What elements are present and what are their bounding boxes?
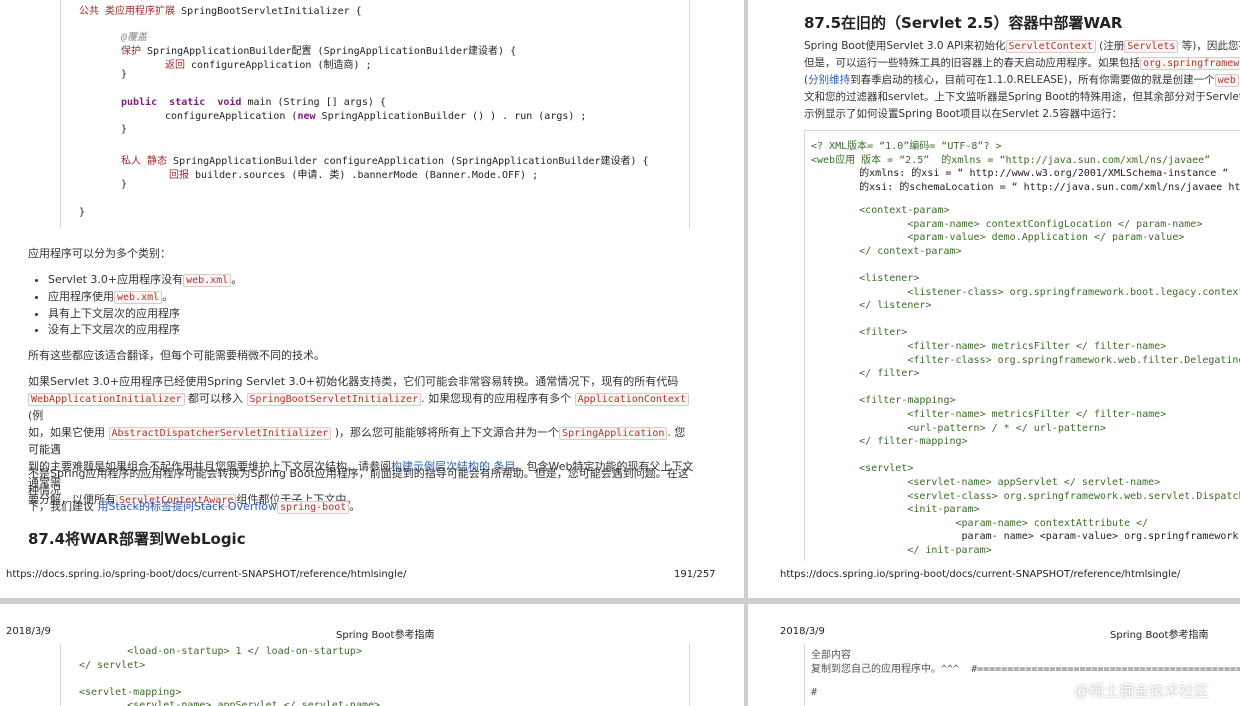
code-line: } — [121, 179, 128, 190]
code-line: @覆盖 — [121, 32, 148, 43]
page-192: 87.5在旧的（Servlet 2.5）容器中部署WAR Spring Boot… — [748, 0, 1240, 598]
footer-page-number: 191/257 — [674, 569, 716, 580]
code-line: <listener-class> org.springframework.boo… — [907, 286, 1240, 298]
code-line: public static void main (String [] args)… — [121, 97, 386, 108]
link-maintained-separately[interactable]: 分别维持 — [808, 74, 850, 86]
code-line: 私人 静态 SpringApplicationBuilder configure… — [121, 156, 649, 167]
link-stack-overflow[interactable]: 用Stack的标签提问Stack Overflow — [98, 500, 278, 513]
code-line: <servlet> — [811, 463, 914, 475]
xml-code-block: <? XML版本= “1.0”编码= “UTF-8”? > <web应用 版本 =… — [804, 130, 1240, 561]
code-line: <load-on-startup> 1 </ load-on-startup> — [79, 646, 362, 657]
paragraph-non-spring: 不是Spring应用程序的应用程序可能会转换为Spring Boot应用程序，前… — [28, 467, 689, 514]
page-194: 2018/3/9 Spring Boot参考指南 全部内容 复制到您自己的应用程序… — [748, 604, 1240, 706]
code-line: configureApplication (new SpringApplicat… — [165, 111, 587, 122]
code-web-xml: web.xml — [183, 274, 232, 287]
code-line: param- name> <param-value> org.springfra… — [961, 531, 1240, 543]
section-heading-servlet25: 87.5在旧的（Servlet 2.5）容器中部署WAR — [804, 14, 1123, 32]
page-191: 公共 类应用程序扩展 SpringBootServletInitializer … — [0, 0, 744, 598]
code-line: <servlet-name> appServlet </ servlet-nam… — [811, 477, 1161, 488]
code-servletcontext: ServletContext — [1005, 40, 1096, 53]
code-line: <param-name> contextConfigLocation </ pa… — [811, 218, 1203, 230]
code-line: } — [79, 207, 86, 218]
code-applicationcontext: ApplicationContext — [574, 392, 689, 406]
code-line: <init-param> — [811, 504, 980, 516]
code-line: <filter-class> org.springframework.web.f… — [907, 354, 1240, 366]
code-line: 返回 configureApplication (制造商) ; — [165, 60, 372, 71]
code-line: 公共 类应用程序扩展 SpringBootServletInitializer … — [79, 6, 362, 17]
code-line: <param-value> demo.Application </ param-… — [811, 232, 1185, 244]
code-line: } — [121, 69, 128, 80]
code-org-springframework: org.springframewor — [1140, 57, 1240, 70]
code-line: <context-param> — [811, 205, 950, 216]
code-line: <url-pattern> / * </ url-pattern> — [811, 422, 1107, 434]
code-line: <filter-name> metricsFilter </ filter-na… — [811, 341, 1167, 352]
code-line: 复制到您自己的应用程序中。^^^ #======================… — [811, 663, 1240, 675]
code-line: </ filter> — [811, 368, 920, 380]
code-line: <listener> — [811, 273, 920, 284]
section-heading-weblogic: 87.4将WAR部署到WebLogic — [28, 530, 246, 548]
code-webapplicationinitializer: WebApplicationInitializer — [28, 392, 185, 406]
code-spring-boot-tag: spring-boot — [277, 501, 350, 514]
code-line: 回报 builder.sources (申请. 类) .bannerMode (… — [169, 170, 539, 181]
list-item: Servlet 3.0+应用程序没有web.xml。 — [48, 272, 690, 289]
paragraph-servlet25: Spring Boot使用Servlet 3.0 API来初始化 ServletC… — [804, 38, 1240, 123]
code-servlets: Servlets — [1124, 40, 1179, 53]
code-line: </ listener> — [811, 300, 932, 312]
code-line: } — [121, 124, 128, 135]
code-line: </ servlet> — [79, 659, 146, 671]
code-line: <filter> — [811, 327, 908, 339]
code-line: </ context-param> — [811, 245, 962, 257]
header-title: Spring Boot参考指南 — [1110, 630, 1209, 641]
page-193: 2018/3/9 Spring Boot参考指南 <load-on-startu… — [0, 604, 744, 706]
code-line: </ filter-mapping> — [811, 436, 968, 448]
header-title: Spring Boot参考指南 — [336, 630, 435, 641]
code-line: </ init-param> — [811, 545, 992, 556]
footer-url: https://docs.spring.io/spring-boot/docs/… — [6, 569, 407, 580]
code-block: 公共 类应用程序扩展 SpringBootServletInitializer … — [60, 0, 690, 228]
code-web: web — [1214, 74, 1239, 87]
code-line: 保护 SpringApplicationBuilder配置 (SpringApp… — [121, 46, 517, 57]
code-line: <servlet-name> appServlet </ servlet-nam… — [79, 700, 381, 706]
code-block: <load-on-startup> 1 </ load-on-startup> <… — [60, 644, 690, 706]
code-springapplication: SpringApplication — [559, 426, 668, 440]
code-line: <filter-name> metricsFilter </ filter-na… — [811, 409, 1167, 420]
code-springbootservletinitializer: SpringBootServletInitializer — [246, 392, 422, 406]
footer-url: https://docs.spring.io/spring-boot/docs/… — [780, 569, 1181, 580]
list-item: 应用程序使用web.xml。 — [48, 289, 690, 306]
header-date: 2018/3/9 — [780, 626, 825, 637]
code-line: <param-name> contextAttribute </ — [811, 517, 1149, 529]
code-line: # — [811, 686, 818, 698]
code-line: <servlet-mapping> — [79, 686, 182, 698]
category-list: Servlet 3.0+应用程序没有web.xml。应用程序使用web.xml。… — [30, 272, 690, 338]
code-web-xml: web.xml — [114, 291, 163, 304]
header-date: 2018/3/9 — [6, 626, 51, 637]
list-item: 具有上下文层次的应用程序 — [48, 306, 690, 322]
code-line: <servlet-class> org.springframework.web.… — [907, 490, 1240, 502]
code-line: <filter-mapping> — [811, 395, 956, 407]
code-abstractdispatcher: AbstractDispatcherServletInitializer — [108, 426, 332, 440]
watermark: @稀土掘金技术社区 — [1074, 682, 1210, 700]
code-line: 的xsi: 的schemaLocation = “ http://java.su… — [859, 181, 1240, 193]
categories-intro: 应用程序可以分为多个类别： — [28, 247, 171, 260]
bullet-list: Servlet 3.0+应用程序没有web.xml。应用程序使用web.xml。… — [30, 272, 690, 338]
paragraph-translation: 所有这些都应该适合翻译，但每个可能需要稍微不同的技术。 — [28, 349, 325, 362]
list-item: 没有上下文层次的应用程序 — [48, 322, 690, 338]
